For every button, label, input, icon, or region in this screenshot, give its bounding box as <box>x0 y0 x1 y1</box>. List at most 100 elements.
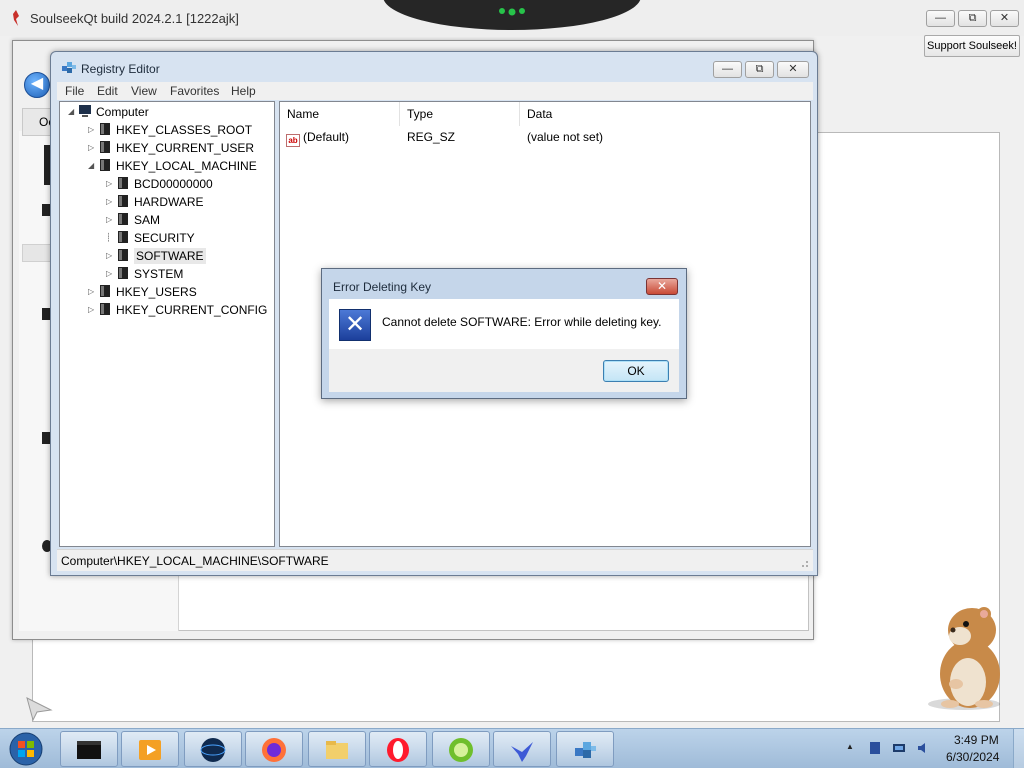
value-row-type: REG_SZ <box>407 130 456 144</box>
taskbar-globe-app-button[interactable] <box>184 731 242 767</box>
menu-edit[interactable]: Edit <box>97 84 118 98</box>
folder-icon <box>100 123 110 135</box>
regedit-close-button[interactable]: ✕ <box>777 61 809 78</box>
expand-arrow-icon[interactable]: ▷ <box>88 121 98 139</box>
terminal-icon <box>77 741 101 759</box>
resize-grip-icon[interactable] <box>25 696 53 722</box>
expand-arrow-icon[interactable]: ▷ <box>106 193 116 211</box>
menu-file[interactable]: File <box>65 84 84 98</box>
column-header-name[interactable]: Name <box>280 102 400 126</box>
expand-arrow-icon[interactable]: ▷ <box>106 265 116 283</box>
soulseek-bird-icon <box>13 10 19 26</box>
regedit-menubar: File Edit View Favorites Help <box>57 82 813 100</box>
ok-button[interactable]: OK <box>603 360 669 382</box>
folder-icon <box>118 195 128 207</box>
folder-icon <box>100 303 110 315</box>
soulseek-status-indicator-icon <box>499 8 525 16</box>
tray-expand-icon[interactable]: ▲ <box>846 742 854 751</box>
tree-node-hkey-current-config[interactable]: ▷ HKEY_CURRENT_CONFIG <box>88 301 267 319</box>
soulseek-maximize-button[interactable]: ⧉ <box>958 10 987 27</box>
tree-node-hkey-local-machine[interactable]: ◢ HKEY_LOCAL_MACHINE <box>88 157 257 175</box>
taskbar-firefox-button[interactable] <box>245 731 303 767</box>
support-soulseek-button[interactable]: Support Soulseek! <box>924 35 1020 57</box>
start-button-icon[interactable] <box>6 731 46 767</box>
registry-editor-icon <box>62 62 76 73</box>
collapse-arrow-icon[interactable]: ◢ <box>68 103 78 121</box>
taskbar-cube-app-button[interactable] <box>556 731 614 767</box>
opera-icon <box>387 738 409 762</box>
tree-node-hkey-classes-root[interactable]: ▷ HKEY_CLASSES_ROOT <box>88 121 252 139</box>
dialog-close-button[interactable]: ✕ <box>646 278 678 295</box>
dialog-title: Error Deleting Key <box>333 280 432 294</box>
expand-arrow-icon[interactable]: ▷ <box>88 283 98 301</box>
error-x-icon: ✕ <box>339 309 371 341</box>
show-desktop-button[interactable] <box>1013 729 1024 768</box>
taskbar-opera-button[interactable] <box>369 731 427 767</box>
expand-arrow-icon[interactable]: ▷ <box>106 211 116 229</box>
taskbar-clock-time[interactable]: 3:49 PM <box>954 733 999 747</box>
taskbar-lime-app-button[interactable] <box>432 731 490 767</box>
registry-tree: ◢ Computer ▷ HKEY_CLASSES_ROOT ▷ HKEY_CURRE… <box>59 101 275 547</box>
tree-node-sam[interactable]: ▷ SAM <box>106 211 160 229</box>
taskbar-file-explorer-button[interactable] <box>308 731 366 767</box>
column-header-type[interactable]: Type <box>400 102 520 126</box>
expand-arrow-icon[interactable]: ▷ <box>88 301 98 319</box>
dialog-message-area: ✕ Cannot delete SOFTWARE: Error while de… <box>329 299 679 349</box>
folder-icon <box>100 141 110 153</box>
tray-network-icon[interactable] <box>892 741 906 755</box>
firefox-icon <box>262 738 286 762</box>
string-value-icon: ab <box>286 134 300 147</box>
taskbar-terminal-button[interactable] <box>60 731 118 767</box>
tree-node-hkey-current-user[interactable]: ▷ HKEY_CURRENT_USER <box>88 139 254 157</box>
globe-app-icon <box>200 738 226 762</box>
folder-icon <box>100 159 110 171</box>
regedit-minimize-button[interactable]: — <box>713 61 742 78</box>
column-header-data[interactable]: Data <box>520 102 810 126</box>
taskbar-bird-app-button[interactable] <box>493 731 551 767</box>
expand-arrow-icon[interactable]: ▷ <box>106 175 116 193</box>
soulseek-minimize-button[interactable]: — <box>926 10 955 27</box>
tree-node-system[interactable]: ▷ SYSTEM <box>106 265 183 283</box>
registry-editor-title: Registry Editor <box>81 62 160 76</box>
tree-node-bcd[interactable]: ▷ BCD00000000 <box>106 175 213 193</box>
file-explorer-icon <box>326 741 348 759</box>
tree-node-software[interactable]: ▷ SOFTWARE <box>106 247 206 265</box>
media-player-icon <box>139 740 161 760</box>
tray-app-icon[interactable] <box>868 741 882 755</box>
folder-icon <box>100 285 110 297</box>
error-dialog: Error Deleting Key ✕ ✕ Cannot delete SOF… <box>321 268 687 399</box>
back-arrow-icon[interactable]: ◀ <box>24 72 50 98</box>
taskbar-media-player-button[interactable] <box>121 731 179 767</box>
folder-icon <box>118 213 128 225</box>
regedit-status-bar: Computer\HKEY_LOCAL_MACHINE\SOFTWARE <box>57 549 813 571</box>
expand-arrow-icon[interactable]: ▷ <box>88 139 98 157</box>
resize-grip-icon[interactable] <box>799 558 809 568</box>
tree-node-computer[interactable]: ◢ Computer <box>68 103 149 121</box>
tree-node-hardware[interactable]: ▷ HARDWARE <box>106 193 204 211</box>
dialog-message: Cannot delete SOFTWARE: Error while dele… <box>382 315 662 329</box>
tree-node-hkey-users[interactable]: ▷ HKEY_USERS <box>88 283 197 301</box>
folder-icon <box>118 267 128 279</box>
menu-view[interactable]: View <box>131 84 157 98</box>
value-row-name[interactable]: ab (Default) <box>286 128 349 147</box>
folder-icon <box>118 231 128 243</box>
collapse-arrow-icon[interactable]: ◢ <box>88 157 98 175</box>
regedit-maximize-button[interactable]: ⧉ <box>745 61 774 78</box>
tray-volume-icon[interactable] <box>916 741 930 755</box>
bird-app-icon <box>511 742 533 762</box>
folder-icon <box>118 249 128 261</box>
expand-arrow-icon[interactable]: ▷ <box>106 247 116 265</box>
lime-app-icon <box>449 738 473 762</box>
status-key-path: Computer\HKEY_LOCAL_MACHINE\SOFTWARE <box>61 554 329 568</box>
taskbar-clock-date[interactable]: 6/30/2024 <box>946 750 999 764</box>
menu-favorites[interactable]: Favorites <box>170 84 219 98</box>
tree-node-security[interactable]: ┊ SECURITY <box>106 229 195 247</box>
folder-icon <box>118 177 128 189</box>
hamster-mascot-icon <box>928 607 1000 710</box>
soulseek-window-title: SoulseekQt build 2024.2.1 [1222ajk] <box>30 11 239 26</box>
menu-help[interactable]: Help <box>231 84 256 98</box>
dialog-body: ✕ Cannot delete SOFTWARE: Error while de… <box>329 299 679 392</box>
cube-app-icon <box>575 742 596 758</box>
computer-icon <box>79 105 91 117</box>
soulseek-close-button[interactable]: ✕ <box>990 10 1019 27</box>
